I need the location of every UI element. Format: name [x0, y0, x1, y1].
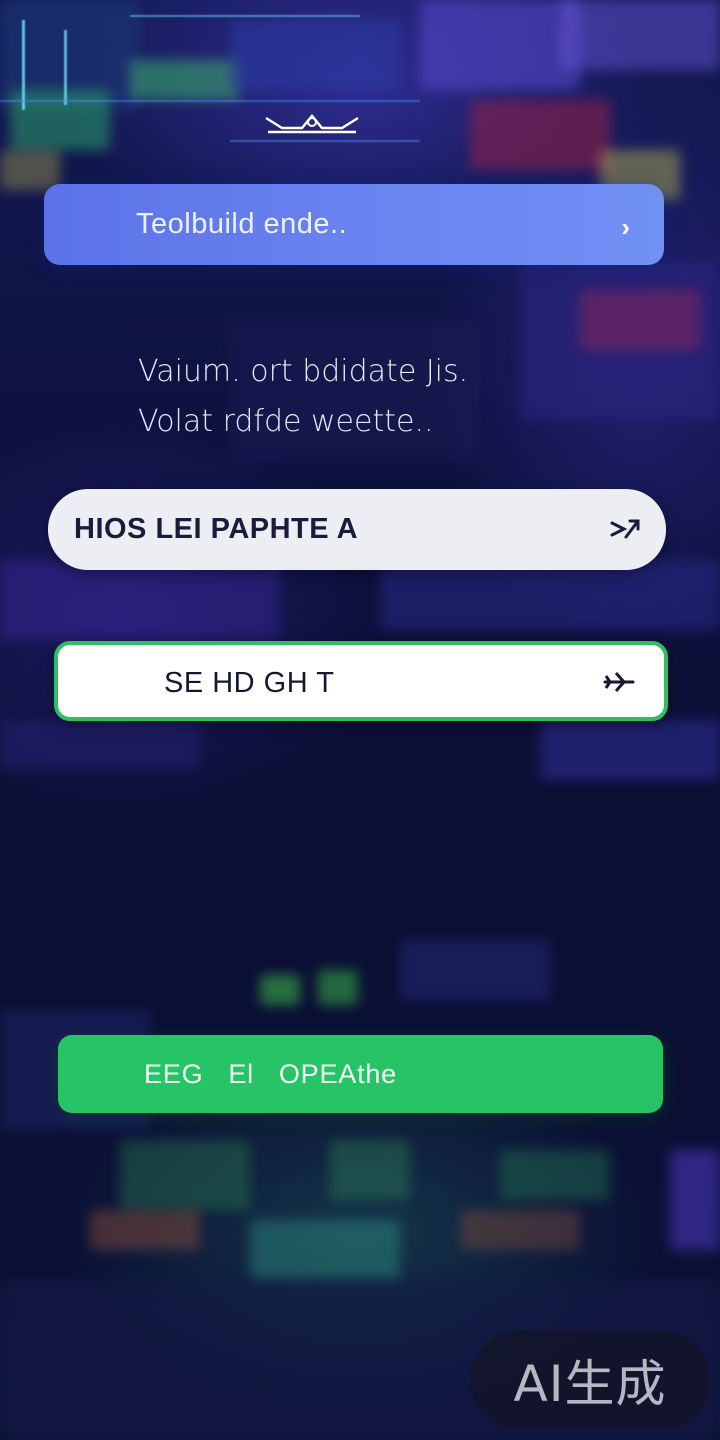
top-bar-button[interactable]: Teolbuild ende.. › — [44, 184, 664, 265]
logo-icon — [265, 114, 359, 134]
primary-option-button[interactable]: HIOS LEI PAPHTE A — [48, 489, 666, 570]
description-text: Vaium. ort bdidate Jis. Volat rdfde weet… — [138, 347, 558, 447]
airplane-icon — [603, 672, 635, 692]
secondary-option-button[interactable]: SE HD GH T — [54, 641, 668, 721]
confirm-button-label: EEG El OPEAthe — [144, 1059, 397, 1089]
description-line-1: Vaium. ort bdidate Jis. — [138, 354, 469, 389]
confirm-button[interactable]: EEG El OPEAthe — [58, 1035, 663, 1113]
primary-option-label: HIOS LEI PAPHTE A — [74, 513, 359, 545]
watermark-text: AI生成 — [513, 1355, 667, 1413]
top-bar-label: Teolbuild ende.. — [136, 208, 348, 240]
secondary-option-label: SE HD GH T — [164, 667, 335, 699]
ai-generated-watermark: AI生成 — [470, 1330, 710, 1430]
description-line-2: Volat rdfde weette.. — [138, 404, 434, 439]
chevron-right-icon: › — [621, 212, 630, 242]
arrow-right-icon — [610, 519, 640, 539]
